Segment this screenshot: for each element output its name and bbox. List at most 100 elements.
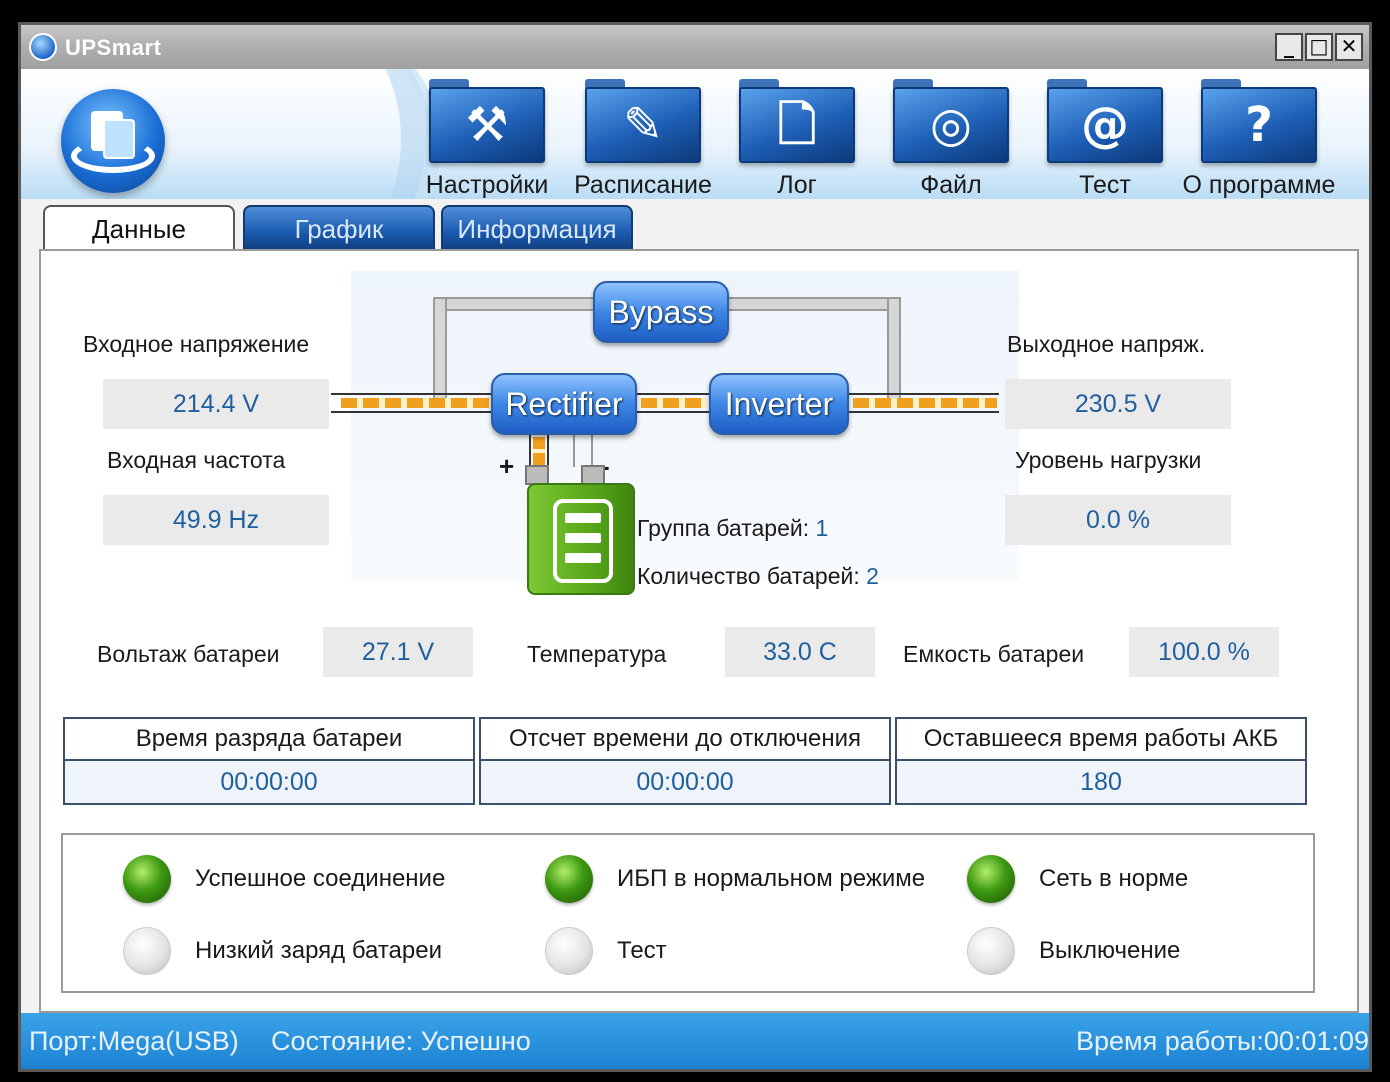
toolbar-label: Расписание [574,171,712,199]
timer-cell: Оставшееся время работы АКБ 180 [895,717,1307,805]
app-window: UPSmart _ □ ✕ ⚒ Настройки ✎ Расписание 🗋… [18,22,1372,1072]
toolbar-test-button[interactable]: @ Тест [1039,75,1191,199]
load-level-label: Уровень нагрузки [1015,447,1202,473]
power-line [849,393,999,395]
status-led-normal-mode [545,855,593,903]
status-label-test: Тест [617,937,667,964]
tab-info[interactable]: Информация [441,205,633,251]
window-title: UPSmart [65,35,162,60]
status-label-mains-ok: Сеть в норме [1039,865,1189,892]
toolbar-settings-button[interactable]: ⚒ Настройки [421,75,573,199]
status-label-connection: Успешное соединение [195,865,446,892]
tab-graph[interactable]: График [243,205,435,251]
status-label-shutdown: Выключение [1039,937,1181,964]
app-icon [29,33,57,61]
timer-header: Отсчет времени до отключения [481,719,889,761]
close-button[interactable]: ✕ [1335,33,1363,61]
status-label-normal-mode: ИБП в нормальном режиме [617,865,926,892]
power-line [849,411,999,413]
disc-icon: ◎ [930,97,972,153]
toolbar-label: Тест [1079,171,1131,199]
timer-header: Оставшееся время работы АКБ [897,719,1305,761]
toolbar-label: О программе [1182,171,1336,199]
battery-terminal [581,465,605,485]
tab-bar: Данные График Информация [21,199,1369,251]
pencil-icon: ✎ [622,97,664,153]
battery-count-value: 2 [866,563,879,589]
app-logo [61,89,165,193]
status-label-low-battery: Низкий заряд батареи [195,937,443,964]
battery-plus-sign: + [499,451,515,481]
status-led-test [545,927,593,975]
power-line [637,393,709,395]
temperature-value: 33.0 C [725,627,875,677]
power-line [331,393,491,395]
rectifier-module: Rectifier [491,373,637,435]
toolbar-schedule-button[interactable]: ✎ Расписание [574,75,729,199]
inverter-module: Inverter [709,373,849,435]
at-icon: @ [1081,97,1129,153]
timer-value: 00:00:00 [636,768,734,796]
bypass-conduit [887,297,901,407]
load-level-value: 0.0 % [1005,495,1231,545]
status-led-low-battery [123,927,171,975]
timer-value: 00:00:00 [220,768,318,796]
battery-capacity-label: Емкость батареи [903,641,1085,667]
uptime: Время работы:00:01:09 [1075,1026,1369,1056]
title-bar[interactable]: UPSmart _ □ ✕ [21,25,1369,69]
tab-data[interactable]: Данные [43,205,235,251]
question-icon: ? [1245,97,1273,153]
timers-table: Время разряда батареи 00:00:00 Отсчет вр… [63,717,1311,807]
status-led-connection [123,855,171,903]
bypass-conduit [433,297,447,407]
battery-terminal [525,465,549,485]
battery-wire [591,435,593,467]
status-led-shutdown [967,927,1015,975]
connection-state: Состояние: Успешно [271,1026,531,1056]
power-flow-indicator [341,398,491,408]
header: ⚒ Настройки ✎ Расписание 🗋 Лог ◎ Файл @ … [21,69,1369,199]
output-voltage-value: 230.5 V [1005,379,1231,429]
timer-cell: Отсчет времени до отключения 00:00:00 [479,717,891,805]
battery-wire [573,435,575,467]
battery-flow-indicator [533,437,545,465]
power-flow-indicator [641,398,707,408]
toolbar-label: Лог [777,171,817,199]
status-bar: Порт:Mega(USB) Состояние: Успешно Время … [21,1013,1369,1069]
timer-cell: Время разряда батареи 00:00:00 [63,717,475,805]
power-flow-indicator [853,398,997,408]
hammer-icon: ⚒ [465,97,509,153]
output-voltage-label: Выходное напряж. [1007,331,1206,357]
battery-wire [547,435,549,467]
battery-voltage-label: Вольтаж батареи [97,641,280,667]
toolbar-file-button[interactable]: ◎ Файл [885,75,1037,199]
timer-header: Время разряда батареи [65,719,473,761]
input-voltage-label: Входное напряжение [83,331,310,357]
temperature-label: Температура [527,641,667,667]
power-line [331,411,491,413]
maximize-button[interactable]: □ [1305,33,1333,61]
battery-group-value: 1 [815,515,829,541]
toolbar-label: Настройки [425,171,549,199]
input-frequency-label: Входная частота [107,447,286,473]
battery-icon [527,483,635,595]
timer-value: 180 [1080,768,1122,796]
bypass-module: Bypass [593,281,729,343]
port-status: Порт:Mega(USB) [29,1026,239,1056]
battery-count-label: Количество батарей: 2 [637,563,879,589]
minimize-button[interactable]: _ [1275,33,1303,61]
power-line [637,411,709,413]
toolbar-label: Файл [920,171,982,199]
battery-group-label: Группа батарей: 1 [637,515,829,541]
battery-voltage-value: 27.1 V [323,627,473,677]
data-panel: Входное напряжение 214.4 V Входная часто… [39,249,1359,1013]
status-led-mains-ok [967,855,1015,903]
toolbar-log-button[interactable]: 🗋 Лог [731,75,883,199]
toolbar-about-button[interactable]: ? О программе [1183,75,1345,199]
input-voltage-value: 214.4 V [103,379,329,429]
battery-wire [529,435,531,467]
battery-capacity-value: 100.0 % [1129,627,1279,677]
status-indicators-panel: Успешное соединение ИБП в нормальном реж… [61,833,1315,993]
input-frequency-value: 49.9 Hz [103,495,329,545]
document-icon: 🗋 [777,97,817,153]
